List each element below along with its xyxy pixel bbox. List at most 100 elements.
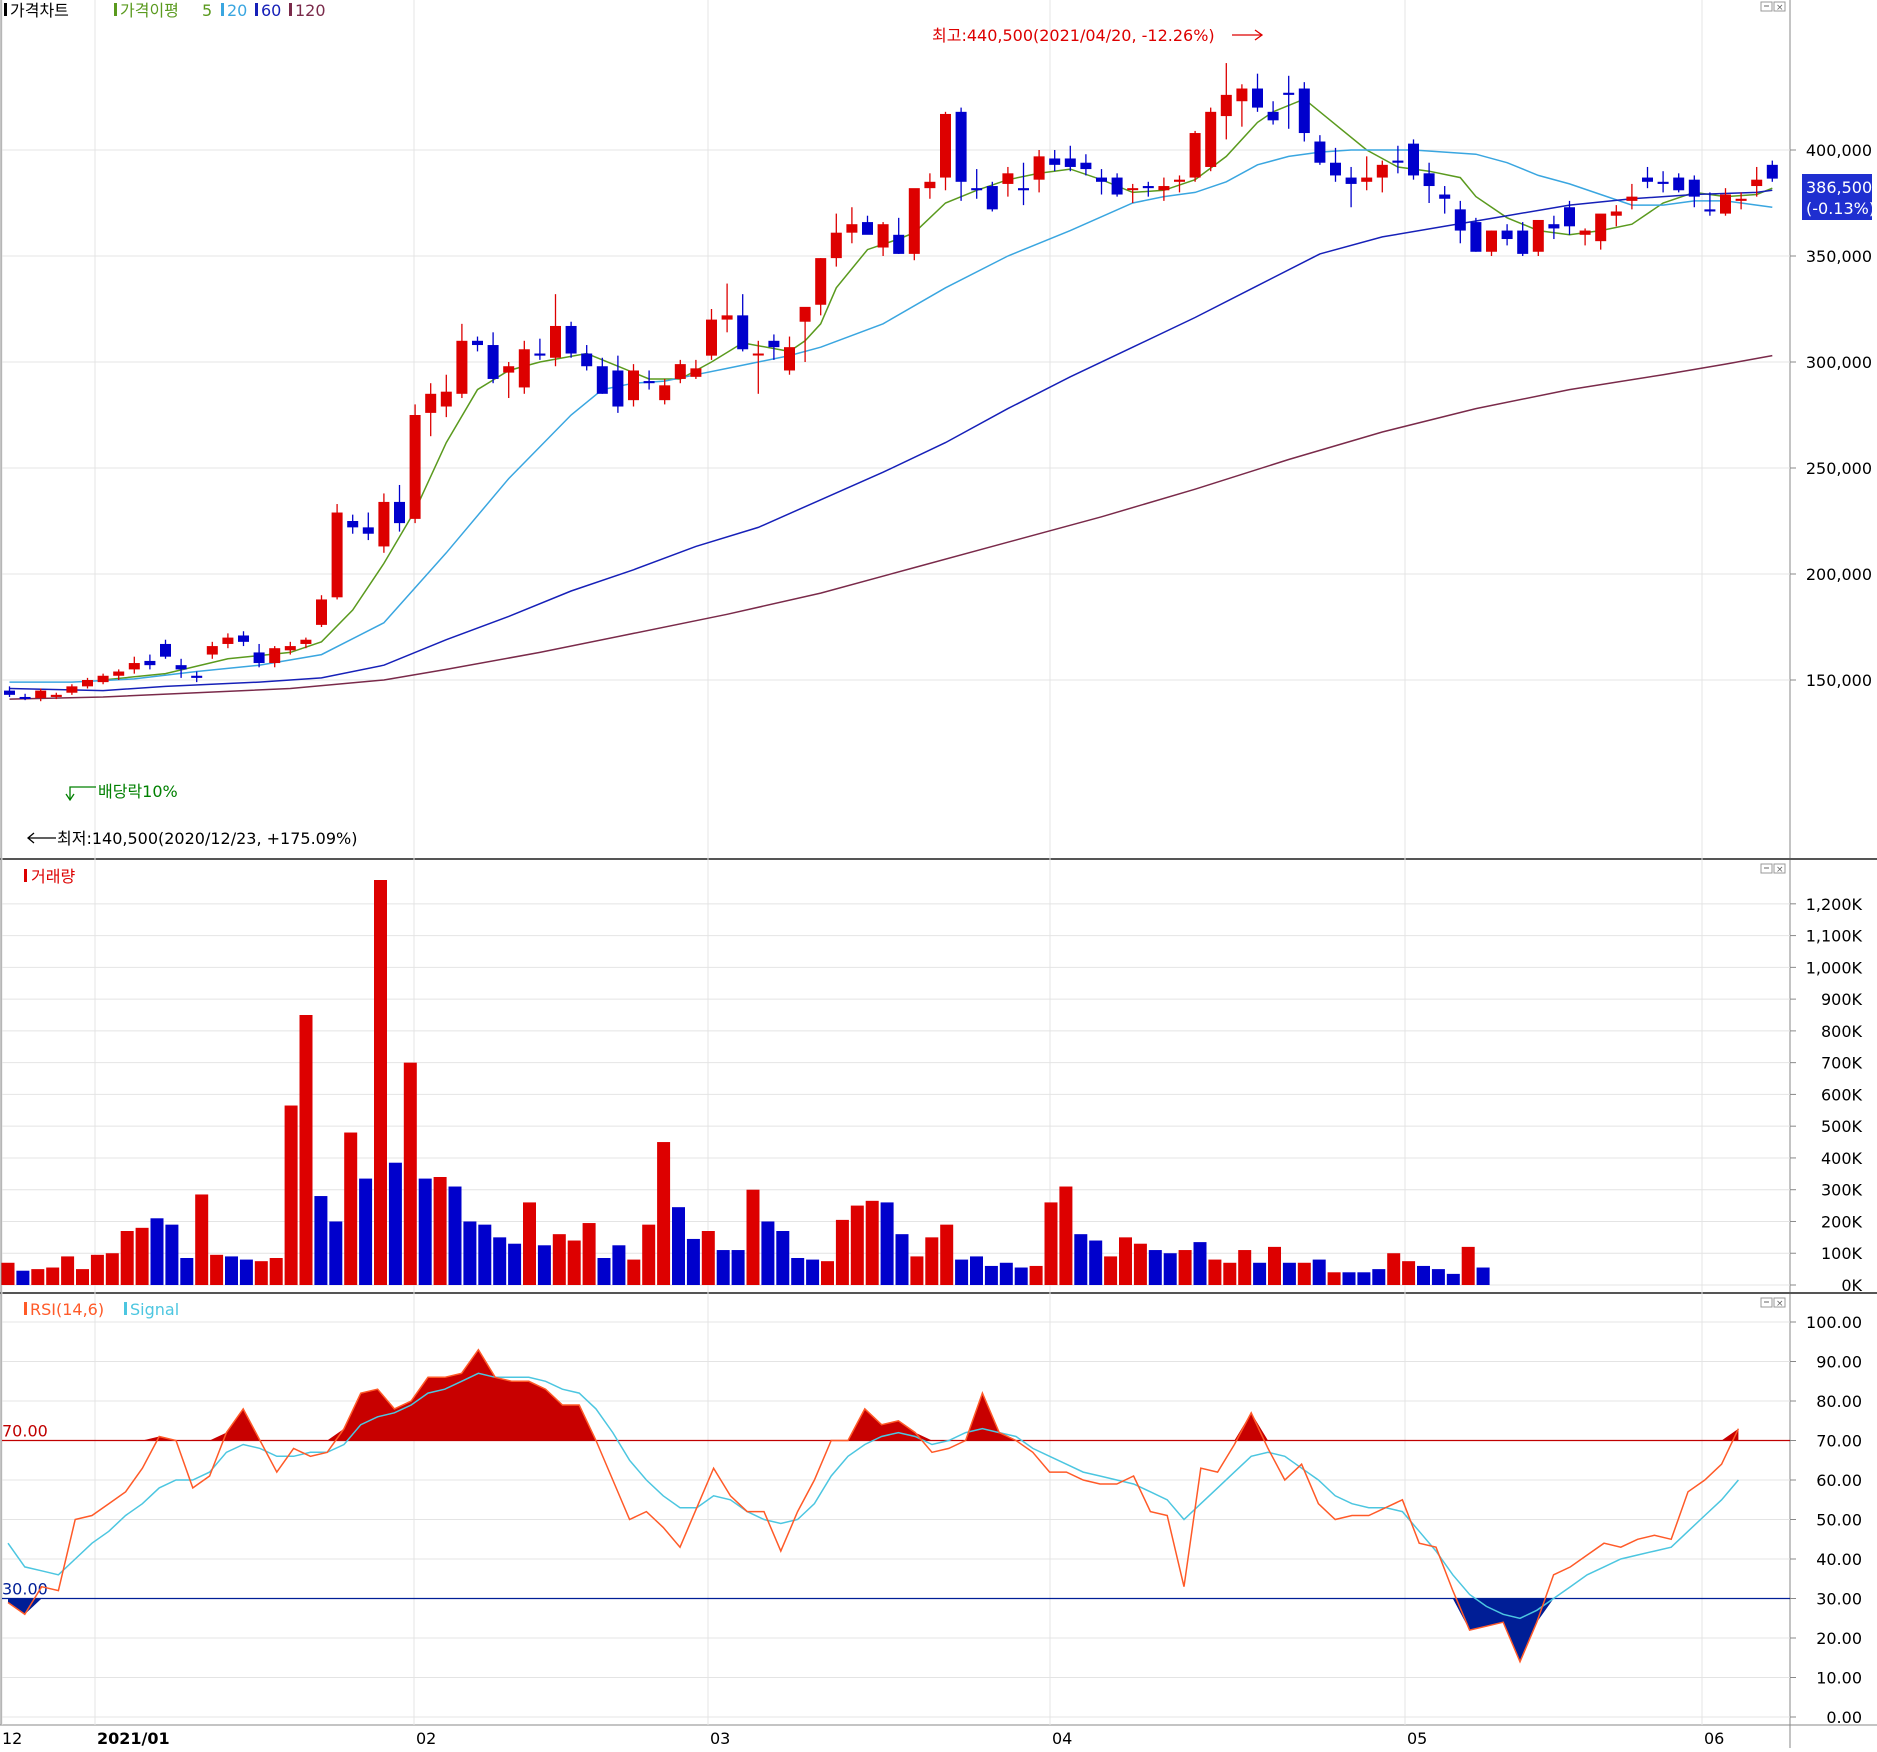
volume-bar [1178, 1250, 1192, 1285]
volume-bar [1417, 1265, 1430, 1285]
volume-title: 거래량 [31, 867, 75, 886]
volume-bar [180, 1258, 194, 1285]
candle-body [1751, 179, 1763, 187]
candle-body [659, 385, 671, 401]
x-axis-label: 12 [2, 1729, 22, 1748]
volume-bar [880, 1202, 894, 1285]
candle-body [144, 660, 156, 666]
candle-body [877, 224, 889, 248]
rsi-70-label: 70.00 [2, 1422, 48, 1441]
volume-axis-label: 900K [1821, 990, 1863, 1009]
volume-bar [1402, 1261, 1416, 1285]
candle-body [1423, 173, 1435, 187]
candle-body [1470, 222, 1482, 252]
volume-bar [90, 1254, 104, 1285]
high-annotation: 최고:440,500(2021/04/20, -12.26%) [932, 26, 1215, 45]
rsi-axis-label: 80.00 [1816, 1392, 1862, 1411]
volume-bar [672, 1207, 685, 1285]
candle-body [1080, 162, 1092, 170]
candle-body [206, 646, 218, 655]
candle-body [1595, 213, 1607, 242]
volume-axis-label: 700K [1821, 1054, 1863, 1073]
volume-bar [418, 1178, 432, 1285]
volume-bar [1268, 1246, 1281, 1285]
candle-body [1548, 224, 1560, 229]
volume-bar [120, 1231, 134, 1285]
candle-body [737, 315, 749, 350]
candle-body [581, 353, 593, 367]
volume-bar [523, 1202, 536, 1285]
volume-bar [746, 1189, 760, 1285]
volume-bar [597, 1258, 611, 1285]
volume-bar [940, 1224, 954, 1285]
x-axis-label: 2021/01 [97, 1729, 170, 1748]
candle-body [1454, 209, 1466, 231]
volume-axis-label: 800K [1821, 1022, 1863, 1041]
candle-body [768, 340, 780, 348]
candle-body [971, 188, 983, 191]
candle-body [238, 635, 249, 642]
volume-bar [761, 1221, 775, 1285]
candle-body [1127, 188, 1139, 191]
y-axes: 150,000 200,000 250,000 300,000 350,000 400,0… [1790, 141, 1872, 1727]
ma-title: 가격이평 [120, 1, 179, 20]
price-axis-label: 400,000 [1806, 141, 1872, 160]
low-annotation: 최저:140,500(2020/12/23, +175.09%) [57, 829, 357, 848]
volume-bar [686, 1238, 700, 1285]
candle-body [1657, 181, 1669, 184]
volume-bar [150, 1218, 164, 1285]
candle-body [300, 639, 312, 644]
volume-bar [1044, 1202, 1058, 1285]
candle-body [82, 680, 93, 687]
candle-body [1439, 194, 1451, 199]
volume-bar [1297, 1262, 1311, 1285]
panel-frames [0, 0, 1877, 1748]
volume-bar [1133, 1243, 1147, 1285]
candle-body [534, 353, 546, 356]
candle-body [1049, 158, 1061, 165]
rsi-legend: RSI(14,6) Signal [24, 1300, 179, 1319]
rsi-panel: 70.0030.00 [2, 1348, 1790, 1664]
volume-bar [269, 1258, 283, 1285]
volume-axis-label: 500K [1821, 1117, 1863, 1136]
candle-body [924, 181, 936, 189]
volume-bar [284, 1105, 298, 1285]
candle-body [1392, 160, 1404, 163]
rsi-axis-label: 20.00 [1816, 1629, 1862, 1648]
volume-bar [1, 1262, 15, 1285]
candle-body [472, 340, 483, 346]
candle-body [1283, 92, 1295, 95]
price-axis-label: 250,000 [1806, 459, 1872, 478]
candle-body [1220, 94, 1232, 117]
volume-bar [1312, 1259, 1326, 1285]
candle-body [1252, 88, 1263, 108]
volume-bar [1059, 1186, 1073, 1285]
candle-body [362, 527, 374, 534]
volume-axis-label: 300K [1821, 1181, 1863, 1200]
volume-bar [195, 1194, 209, 1285]
volume-bar [46, 1267, 60, 1285]
volume-bar [61, 1256, 75, 1285]
volume-bar [359, 1178, 373, 1285]
candle-body [1298, 88, 1310, 134]
candle-body [440, 391, 452, 407]
candle-body [1564, 207, 1575, 227]
rsi-title: RSI(14,6) [30, 1300, 104, 1319]
candle-body [1720, 194, 1731, 214]
volume-bar [1476, 1267, 1490, 1285]
volume-bar [1327, 1272, 1341, 1285]
svg-text:×: × [1776, 865, 1784, 875]
candle-body [690, 368, 702, 377]
volume-bar [1431, 1269, 1445, 1285]
volume-bar [1387, 1253, 1401, 1285]
volume-bar [463, 1221, 477, 1285]
candle-body [487, 345, 499, 379]
candle-body [1626, 196, 1638, 201]
volume-bar [537, 1245, 551, 1285]
volume-bar [806, 1259, 820, 1285]
volume-bar [239, 1259, 253, 1285]
candle-body [1174, 179, 1185, 182]
candle-body [222, 637, 234, 644]
candle-body [1314, 141, 1326, 163]
volume-bar [1223, 1262, 1237, 1285]
